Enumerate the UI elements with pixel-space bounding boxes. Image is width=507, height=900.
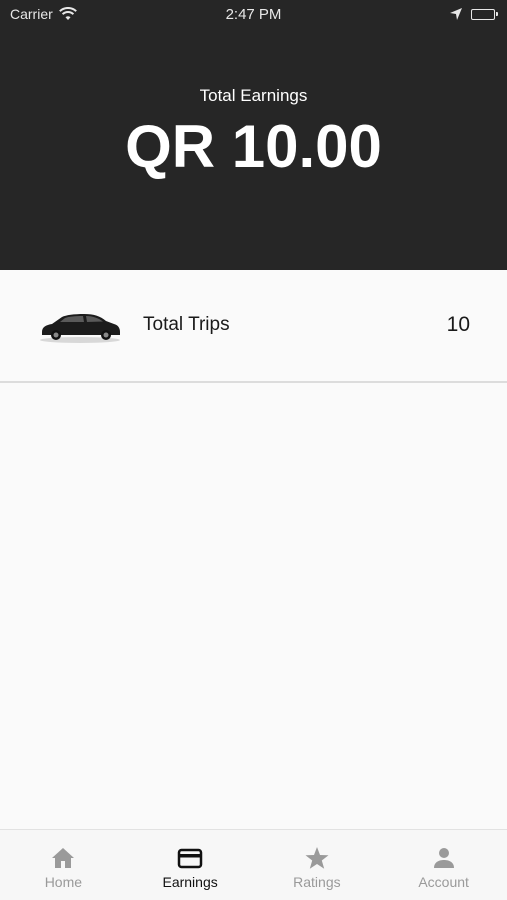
battery-icon (471, 8, 498, 20)
bottom-tab-bar: Home Earnings Ratings Account (0, 829, 507, 900)
person-icon (433, 848, 454, 868)
total-trips-count: 10 (446, 313, 470, 336)
total-trips-label: Total Trips (143, 314, 230, 335)
earnings-header: Carrier 2:47 PM Total Earnings QR 10.00 (0, 0, 507, 270)
tab-account[interactable]: Account (380, 830, 507, 900)
tab-earnings-label: Earnings (162, 874, 218, 890)
status-bar: Carrier 2:47 PM (0, 0, 507, 28)
status-time: 2:47 PM (225, 6, 282, 23)
card-icon (177, 848, 203, 869)
tab-ratings[interactable]: Ratings (254, 830, 381, 900)
tab-account-label: Account (418, 874, 469, 890)
total-earnings-value: QR 10.00 (125, 113, 382, 180)
total-trips-row[interactable]: Total Trips 10 (0, 270, 507, 383)
tab-ratings-label: Ratings (293, 874, 341, 890)
star-icon (305, 847, 329, 869)
earnings-screen: Carrier 2:47 PM Total Earnings QR 10.00 (0, 0, 507, 900)
tab-earnings[interactable]: Earnings (127, 830, 254, 900)
car-icon (40, 314, 120, 343)
total-earnings-label: Total Earnings (199, 86, 308, 105)
tab-home[interactable]: Home (0, 830, 127, 900)
tab-home-label: Home (44, 874, 83, 890)
home-icon (52, 848, 75, 868)
